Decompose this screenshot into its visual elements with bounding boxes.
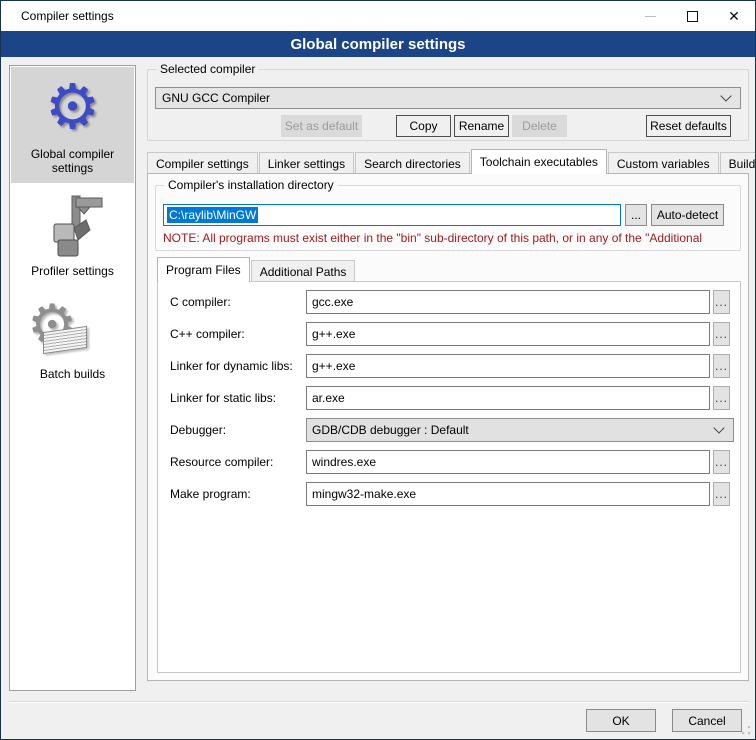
bin-subdirectory-note: NOTE: All programs must exist either in … xyxy=(163,231,743,245)
dynamic-linker-browse-button[interactable]: ... xyxy=(713,354,730,378)
maximize-button[interactable] xyxy=(671,1,713,31)
tab-toolchain-executables[interactable]: Toolchain executables xyxy=(471,149,607,174)
static-linker-input[interactable] xyxy=(306,386,710,410)
sidebar-item-global-compiler-settings[interactable]: ⚙ Global compiler settings xyxy=(11,67,134,183)
static-linker-browse-button[interactable]: ... xyxy=(713,386,730,410)
compiler-gear-icon: ⚙ xyxy=(13,73,132,143)
ok-button[interactable]: OK xyxy=(586,709,656,732)
install-dir-selected-text: C:\raylib\MinGW xyxy=(167,207,258,223)
resource-compiler-input[interactable] xyxy=(306,450,710,474)
installation-directory-legend: Compiler's installation directory xyxy=(164,178,338,192)
set-as-default-button[interactable]: Set as default xyxy=(281,115,362,137)
compiler-settings-dialog: Compiler settings ✕ Global compiler sett… xyxy=(0,0,756,740)
c-compiler-label: C compiler: xyxy=(170,295,306,309)
static-linker-row: Linker for static libs: ... xyxy=(170,386,730,410)
static-linker-label: Linker for static libs: xyxy=(170,391,306,405)
tab-compiler-settings[interactable]: Compiler settings xyxy=(147,152,258,174)
tab-linker-settings[interactable]: Linker settings xyxy=(259,152,354,174)
c-compiler-row: C compiler: ... xyxy=(170,290,730,314)
tab-build-options[interactable]: Build xyxy=(720,152,756,174)
cpp-compiler-browse-button[interactable]: ... xyxy=(713,322,730,346)
sidebar-item-label: Batch builds xyxy=(13,367,132,381)
rename-button[interactable]: Rename xyxy=(454,115,509,137)
install-dir-browse-button[interactable]: ... xyxy=(625,204,647,226)
page-title: Global compiler settings xyxy=(1,31,755,57)
tab-additional-paths[interactable]: Additional Paths xyxy=(251,260,356,282)
window-title: Compiler settings xyxy=(1,9,629,23)
make-program-label: Make program: xyxy=(170,487,306,501)
resource-compiler-label: Resource compiler: xyxy=(170,455,306,469)
debugger-select-value: GDB/CDB debugger : Default xyxy=(312,423,715,437)
sidebar-item-profiler-settings[interactable]: Profiler settings xyxy=(11,184,134,286)
footer-divider xyxy=(9,701,749,703)
maximize-icon xyxy=(687,11,698,22)
minimize-icon xyxy=(645,16,656,17)
auto-detect-button[interactable]: Auto-detect xyxy=(651,204,724,226)
program-files-panel: C compiler: ... C++ compiler: ... Linker… xyxy=(157,281,741,673)
install-dir-input[interactable]: C:\raylib\MinGW xyxy=(163,204,621,226)
c-compiler-browse-button[interactable]: ... xyxy=(713,290,730,314)
settings-tab-strip: Compiler settings Linker settings Search… xyxy=(147,151,756,174)
compiler-select[interactable]: GNU GCC Compiler xyxy=(155,87,741,109)
tab-custom-variables[interactable]: Custom variables xyxy=(608,152,719,174)
dynamic-linker-label: Linker for dynamic libs: xyxy=(170,359,306,373)
compiler-select-value: GNU GCC Compiler xyxy=(162,91,722,105)
sidebar-item-label: Profiler settings xyxy=(13,264,132,278)
resource-compiler-row: Resource compiler: ... xyxy=(170,450,730,474)
program-files-tab-strip: Program Files Additional Paths xyxy=(157,258,356,282)
c-compiler-input[interactable] xyxy=(306,290,710,314)
debugger-select[interactable]: GDB/CDB debugger : Default xyxy=(306,418,734,442)
cancel-button[interactable]: Cancel xyxy=(672,709,742,732)
toolchain-fields: C compiler: ... C++ compiler: ... Linker… xyxy=(170,290,730,506)
copy-button[interactable]: Copy xyxy=(396,115,451,137)
close-button[interactable]: ✕ xyxy=(713,1,755,31)
tab-program-files[interactable]: Program Files xyxy=(157,257,250,282)
dynamic-linker-row: Linker for dynamic libs: ... xyxy=(170,354,730,378)
chevron-down-icon xyxy=(713,422,724,433)
tab-search-directories[interactable]: Search directories xyxy=(355,152,470,174)
sidebar-item-label: Global compiler settings xyxy=(13,147,132,175)
make-program-input[interactable] xyxy=(306,482,710,506)
batch-builds-icon: ⚙ xyxy=(13,293,132,363)
chevron-down-icon xyxy=(720,90,731,101)
selected-compiler-legend: Selected compiler xyxy=(156,62,259,76)
debugger-label: Debugger: xyxy=(170,423,306,437)
close-icon: ✕ xyxy=(728,9,740,23)
delete-button[interactable]: Delete xyxy=(512,115,567,137)
resource-compiler-browse-button[interactable]: ... xyxy=(713,450,730,474)
minimize-button[interactable] xyxy=(629,1,671,31)
settings-sidebar: ⚙ Global compiler settings xyxy=(9,65,136,691)
profiler-caliper-icon xyxy=(13,190,132,260)
debugger-row: Debugger: GDB/CDB debugger : Default xyxy=(170,418,730,442)
cpp-compiler-label: C++ compiler: xyxy=(170,327,306,341)
reset-defaults-button[interactable]: Reset defaults xyxy=(646,115,731,137)
make-program-browse-button[interactable]: ... xyxy=(713,482,730,506)
cpp-compiler-row: C++ compiler: ... xyxy=(170,322,730,346)
sidebar-item-batch-builds[interactable]: ⚙ Batch builds xyxy=(11,287,134,389)
resize-grip[interactable] xyxy=(741,725,751,735)
dynamic-linker-input[interactable] xyxy=(306,354,710,378)
title-bar: Compiler settings ✕ xyxy=(1,1,755,31)
make-program-row: Make program: ... xyxy=(170,482,730,506)
cpp-compiler-input[interactable] xyxy=(306,322,710,346)
